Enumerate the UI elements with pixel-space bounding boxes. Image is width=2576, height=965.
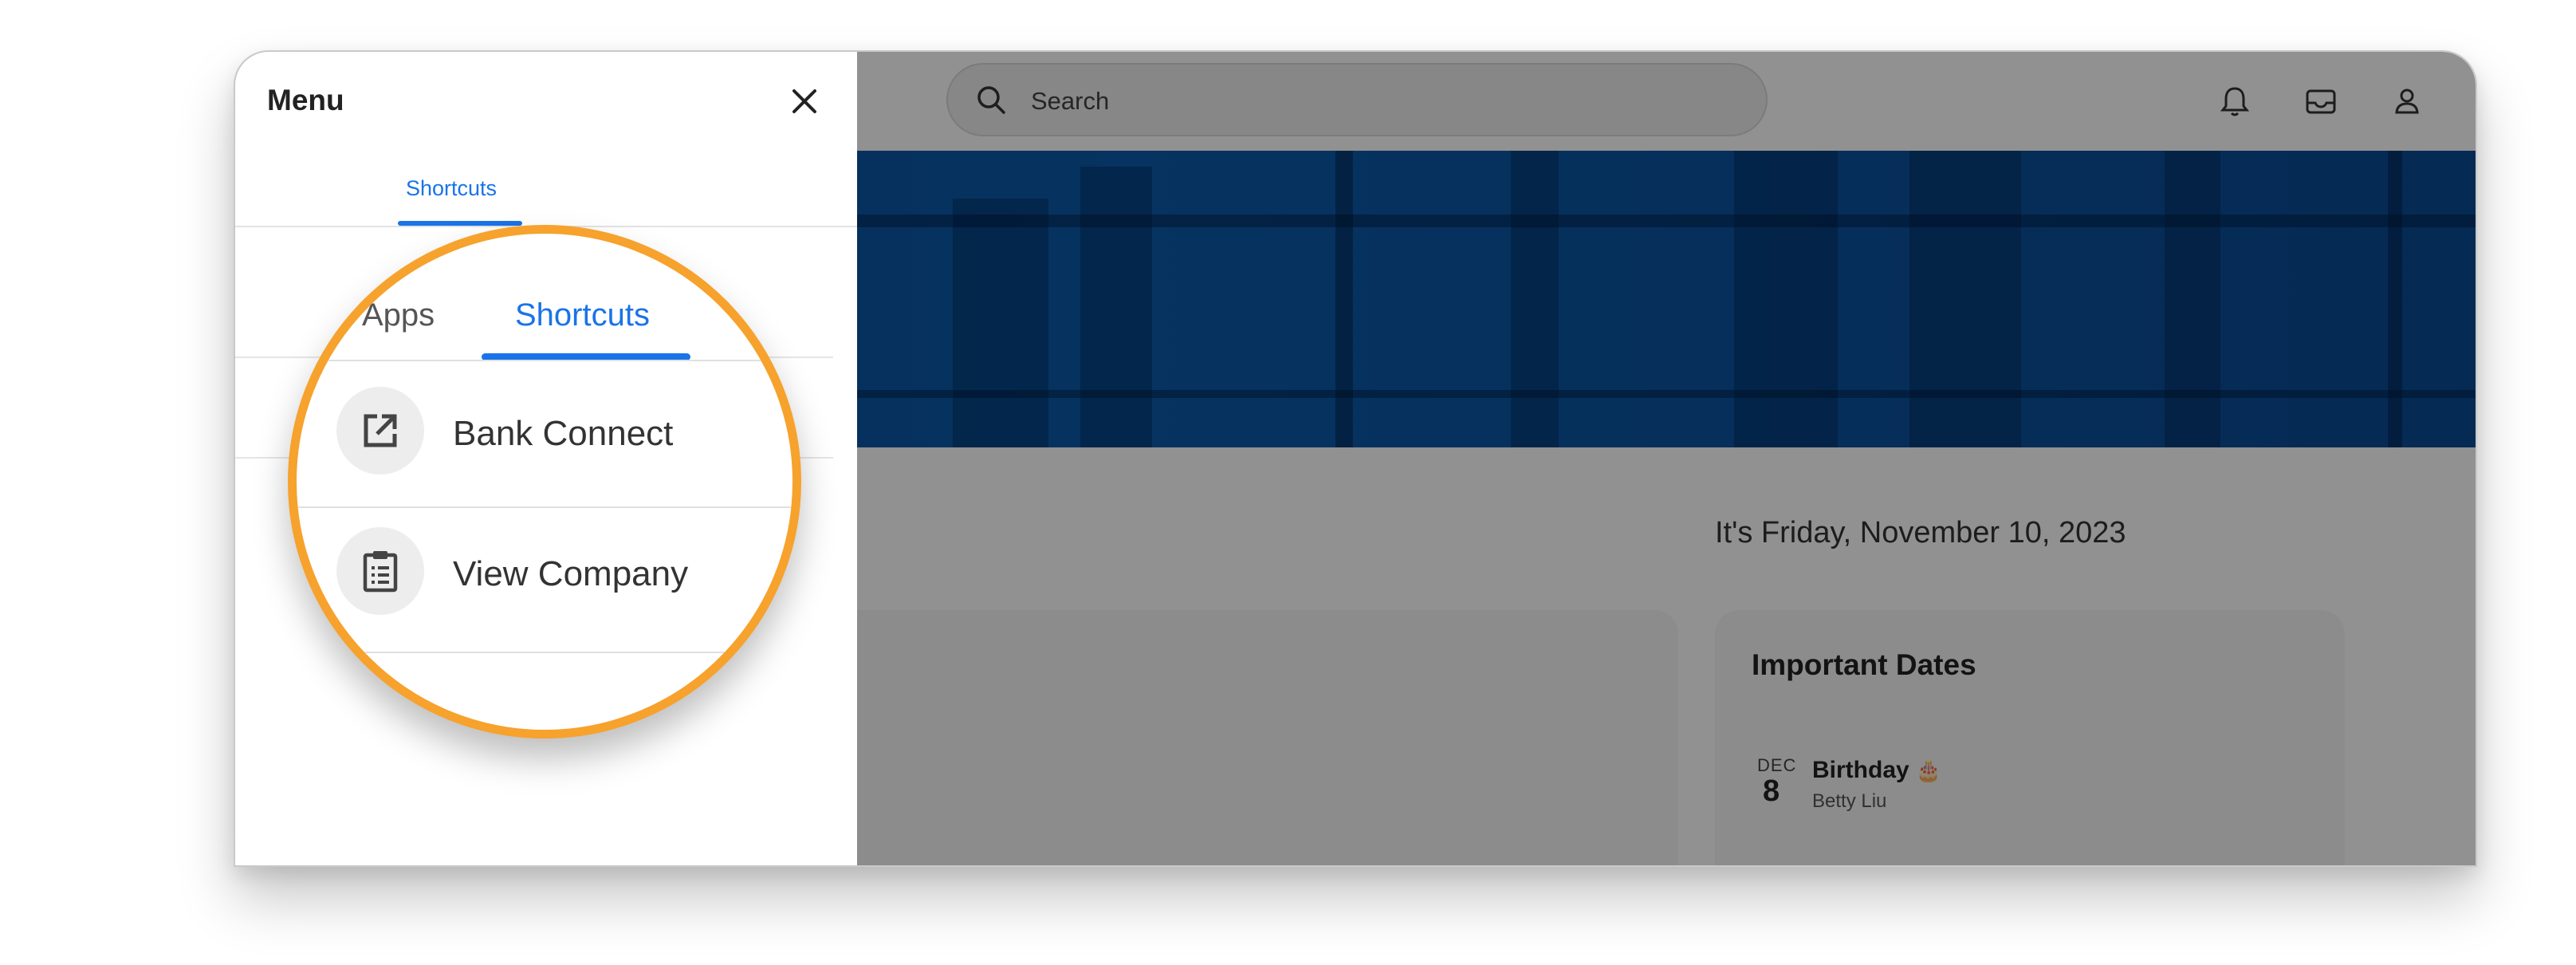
row-divider-zoomed [297, 652, 792, 653]
shortcut-label: View Company [453, 554, 689, 593]
close-icon[interactable] [785, 82, 824, 120]
shortcut-label: Bank Connect [453, 414, 674, 453]
tab-shortcuts[interactable]: Shortcuts [406, 176, 497, 201]
clipboard-icon [336, 527, 424, 615]
tab-apps[interactable]: Apps [362, 297, 435, 333]
app-window: Search It's Friday, November 10, 2023 Im… [234, 50, 2477, 867]
shortcut-bank-connect[interactable]: Bank Connect [297, 363, 792, 505]
shortcut-view-company[interactable]: View Company [297, 508, 792, 650]
menu-title: Menu [267, 84, 344, 116]
external-link-icon [336, 387, 424, 475]
tab-shortcuts-zoomed[interactable]: Shortcuts [515, 297, 650, 333]
zoom-callout: Apps Shortcuts Bank Connect View Company [288, 225, 801, 739]
tabs-divider-zoomed [297, 360, 792, 361]
